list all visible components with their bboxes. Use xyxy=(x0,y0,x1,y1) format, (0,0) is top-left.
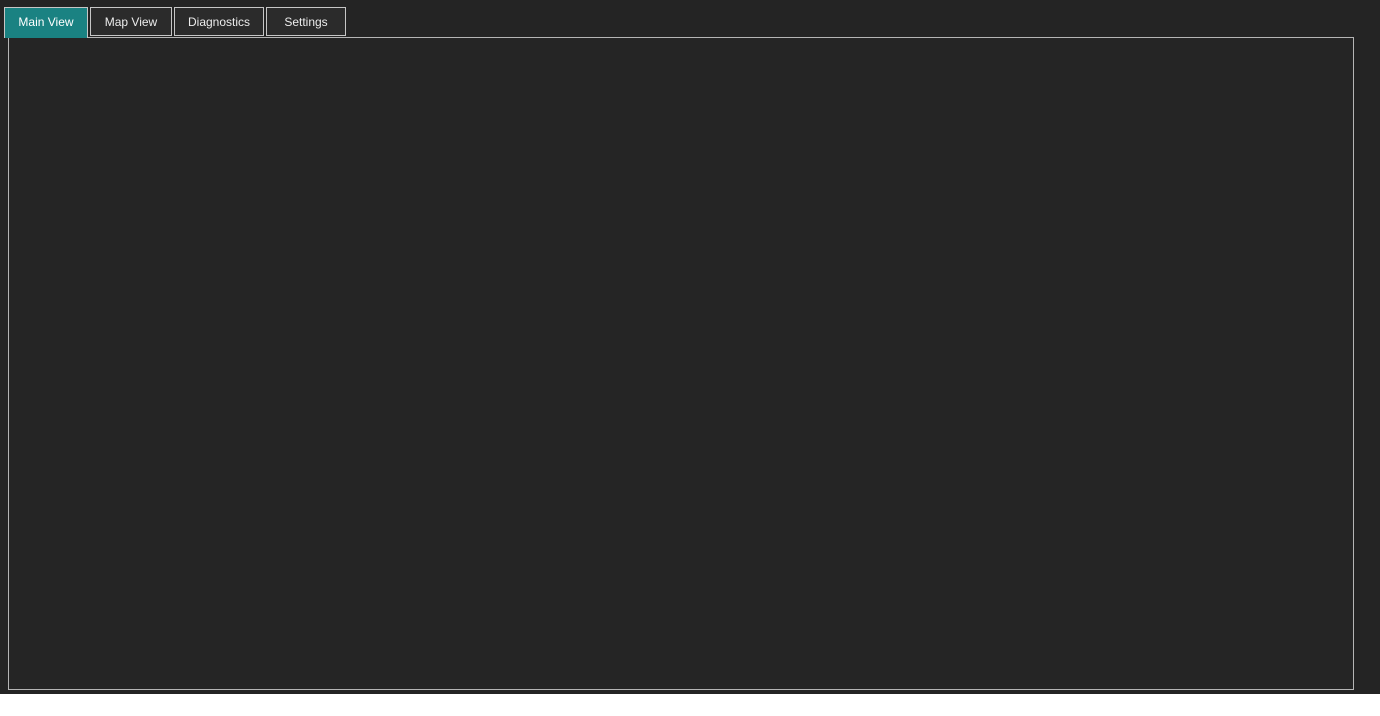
tab-main-view[interactable]: Main View xyxy=(4,7,88,38)
main-view-panel xyxy=(8,37,1354,690)
radar-app-page: Main ViewMap ViewDiagnosticsSettings STM… xyxy=(0,0,1380,716)
tab-settings[interactable]: Settings xyxy=(266,7,346,36)
tab-map-view[interactable]: Map View xyxy=(90,7,172,36)
app-window: Main ViewMap ViewDiagnosticsSettings STM… xyxy=(0,0,1380,694)
tab-diagnostics[interactable]: Diagnostics xyxy=(174,7,264,36)
